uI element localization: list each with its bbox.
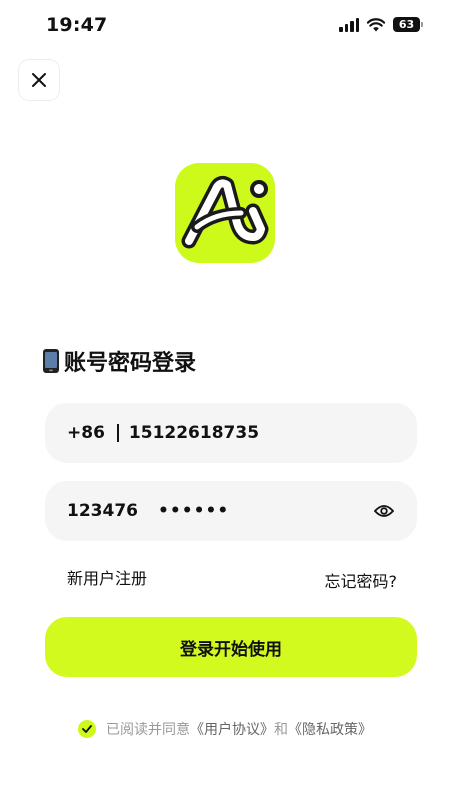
battery-indicator: 63 [393, 17, 423, 32]
agreement-prefix: 已阅读并同意 [106, 722, 190, 738]
phone-number-input[interactable]: 15122618735 [129, 423, 259, 443]
app-logo [175, 163, 275, 263]
register-link[interactable]: 新用户注册 [67, 565, 147, 589]
status-bar: 19:47 63 [0, 0, 450, 54]
agreement-row: 已阅读并同意 《用户协议》 和 《隐私政策》 [78, 719, 372, 739]
check-icon [82, 725, 92, 733]
phone-field[interactable]: +86 15122618735 [45, 403, 417, 463]
country-code[interactable]: +86 [67, 423, 105, 443]
wifi-icon [367, 17, 385, 31]
privacy-policy-link[interactable]: 《隐私政策》 [288, 719, 372, 739]
signal-icon [339, 17, 359, 32]
page-title: 账号密码登录 [42, 345, 196, 377]
agreement-checkbox[interactable] [78, 720, 96, 738]
password-field[interactable]: 123476 •••••• [45, 481, 417, 541]
forgot-password-link[interactable]: 忘记密码? [325, 568, 398, 592]
eye-icon[interactable] [373, 500, 395, 522]
field-divider [116, 424, 119, 442]
close-icon [32, 73, 46, 87]
agreement-conjunction: 和 [274, 722, 288, 738]
user-agreement-link[interactable]: 《用户协议》 [190, 719, 274, 739]
password-mask[interactable]: •••••• [158, 501, 229, 521]
login-button[interactable]: 登录开始使用 [45, 617, 417, 677]
status-icons: 63 [339, 17, 423, 32]
status-time: 19:47 [46, 14, 108, 36]
phone-icon [43, 349, 59, 373]
login-title: 账号密码登录 [64, 351, 197, 376]
password-value[interactable]: 123476 [67, 501, 138, 521]
close-button[interactable] [18, 59, 60, 101]
